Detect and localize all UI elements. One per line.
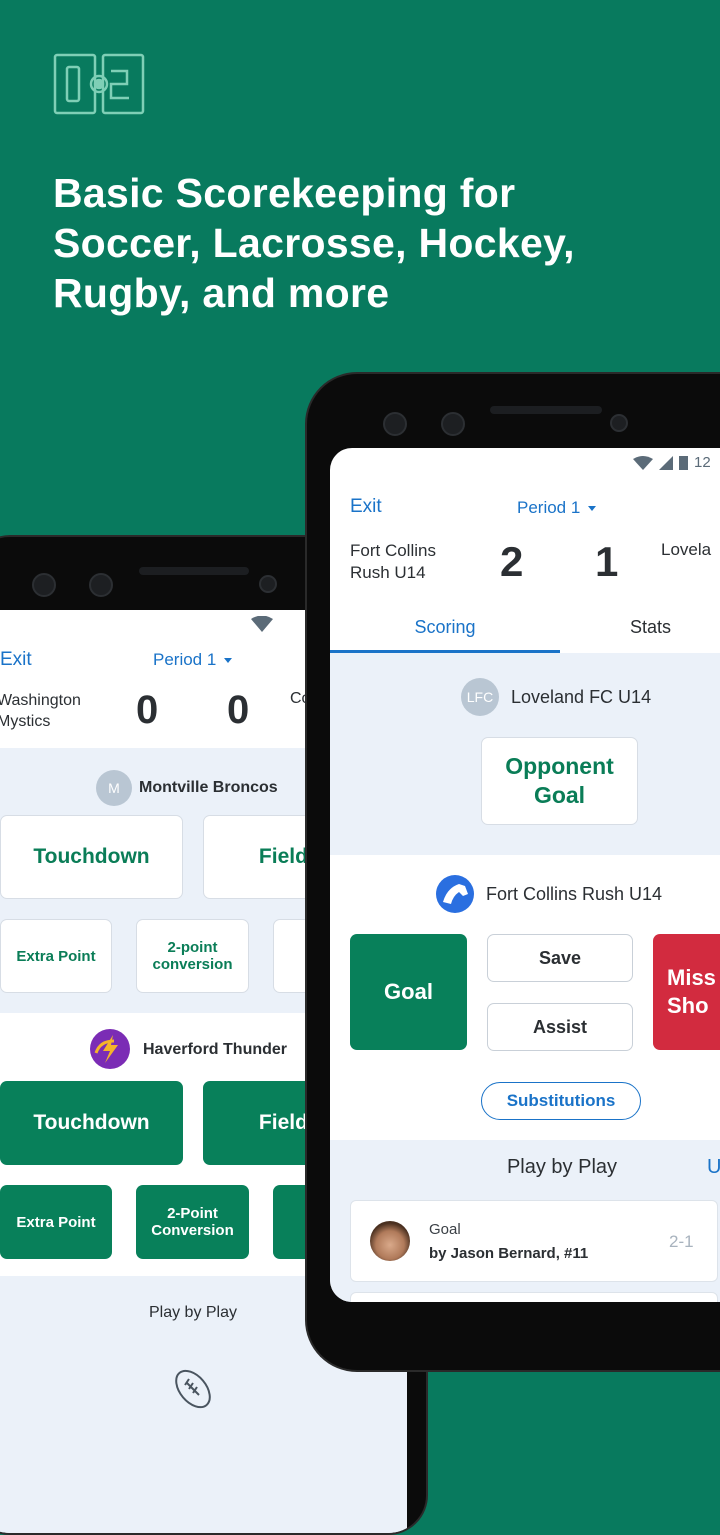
opponent-goal-button[interactable]: Opponent Goal xyxy=(481,737,638,825)
touchdown-button[interactable]: Touchdown xyxy=(0,1081,183,1165)
touchdown-button[interactable]: Touchdown xyxy=(0,815,183,899)
team-avatar: M xyxy=(96,770,132,806)
thunder-logo-icon xyxy=(90,1029,130,1069)
fort-collins-logo-icon xyxy=(436,875,474,913)
front-screen: 12 Exit Period 1 Fort Collins Rush U14 2… xyxy=(330,448,720,1302)
team-name: Montville Broncos xyxy=(139,779,278,796)
team-avatar: LFC xyxy=(461,678,499,716)
home-team-name: Fort Collins Rush U14 xyxy=(350,541,436,582)
app-logo xyxy=(53,53,145,115)
status-bar: 12 xyxy=(633,454,711,471)
dropdown-arrow-icon xyxy=(588,506,597,512)
save-button[interactable]: Save xyxy=(487,934,633,982)
player-avatar xyxy=(370,1221,410,1261)
wifi-icon xyxy=(633,455,653,470)
front-phone: 12 Exit Period 1 Fort Collins Rush U14 2… xyxy=(305,372,720,1372)
football-icon xyxy=(175,1369,211,1409)
team-section: Fort Collins Rush U14 Goal Save Assist M… xyxy=(330,855,720,1140)
tab-stats[interactable]: Stats xyxy=(630,603,720,653)
two-point-button[interactable]: 2-Point Conversion xyxy=(136,1185,249,1259)
away-score: 1 xyxy=(595,538,619,585)
exit-button[interactable]: Exit xyxy=(0,649,32,671)
opponent-name: Loveland FC U14 xyxy=(511,687,652,707)
play-by-play-title: Play by Play xyxy=(506,1156,618,1178)
period-dropdown[interactable]: Period 1 xyxy=(517,498,597,518)
undo-button[interactable]: U xyxy=(707,1156,720,1179)
opponent-section: LFC Loveland FC U14 Opponent Goal xyxy=(330,653,720,855)
play-by-play-section: Play by Play U Goal by Jason Bernard, #1… xyxy=(330,1140,720,1302)
tab-label: Scoring xyxy=(414,617,476,637)
missed-shot-button[interactable]: Miss Sho xyxy=(653,934,720,1050)
play-type: Goal xyxy=(429,1221,461,1238)
extra-point-button[interactable]: Extra Point xyxy=(0,919,112,993)
tab-label: Stats xyxy=(630,617,672,637)
headline-line: Rugby, and more xyxy=(53,270,390,316)
period-label: Period 1 xyxy=(153,650,217,669)
team-name: Haverford Thunder xyxy=(143,1041,288,1058)
away-score: 0 xyxy=(227,688,250,732)
play-list-item[interactable] xyxy=(350,1292,718,1302)
extra-point-button[interactable]: Extra Point xyxy=(0,1185,112,1259)
away-team-name: Lovela xyxy=(661,540,712,559)
team-name: Fort Collins Rush U14 xyxy=(486,884,663,904)
signal-icon xyxy=(659,455,673,470)
exit-button[interactable]: Exit xyxy=(350,496,382,518)
headline-line: Basic Scorekeeping for xyxy=(53,170,516,216)
play-score: 2-1 xyxy=(669,1232,694,1251)
dropdown-arrow-icon xyxy=(224,658,233,664)
goal-button[interactable]: Goal xyxy=(350,934,467,1050)
status-time: 12 xyxy=(694,454,711,471)
two-point-button[interactable]: 2-point conversion xyxy=(136,919,249,993)
home-score: 0 xyxy=(136,688,159,732)
headline-line: Soccer, Lacrosse, Hockey, xyxy=(53,220,575,266)
wifi-icon xyxy=(251,616,273,632)
headline: Basic Scorekeeping for Soccer, Lacrosse,… xyxy=(53,168,575,318)
tab-scoring[interactable]: Scoring xyxy=(330,603,560,653)
home-team-name: Washington Mystics xyxy=(0,692,81,730)
period-label: Period 1 xyxy=(517,498,581,517)
play-player: by Jason Bernard, #11 xyxy=(429,1245,589,1262)
play-list-item[interactable]: Goal by Jason Bernard, #11 2-1 xyxy=(350,1200,718,1282)
assist-button[interactable]: Assist xyxy=(487,1003,633,1051)
substitutions-button[interactable]: Substitutions xyxy=(481,1082,641,1120)
period-dropdown[interactable]: Period 1 xyxy=(153,650,233,670)
home-score: 2 xyxy=(500,538,524,585)
battery-icon xyxy=(679,456,688,470)
